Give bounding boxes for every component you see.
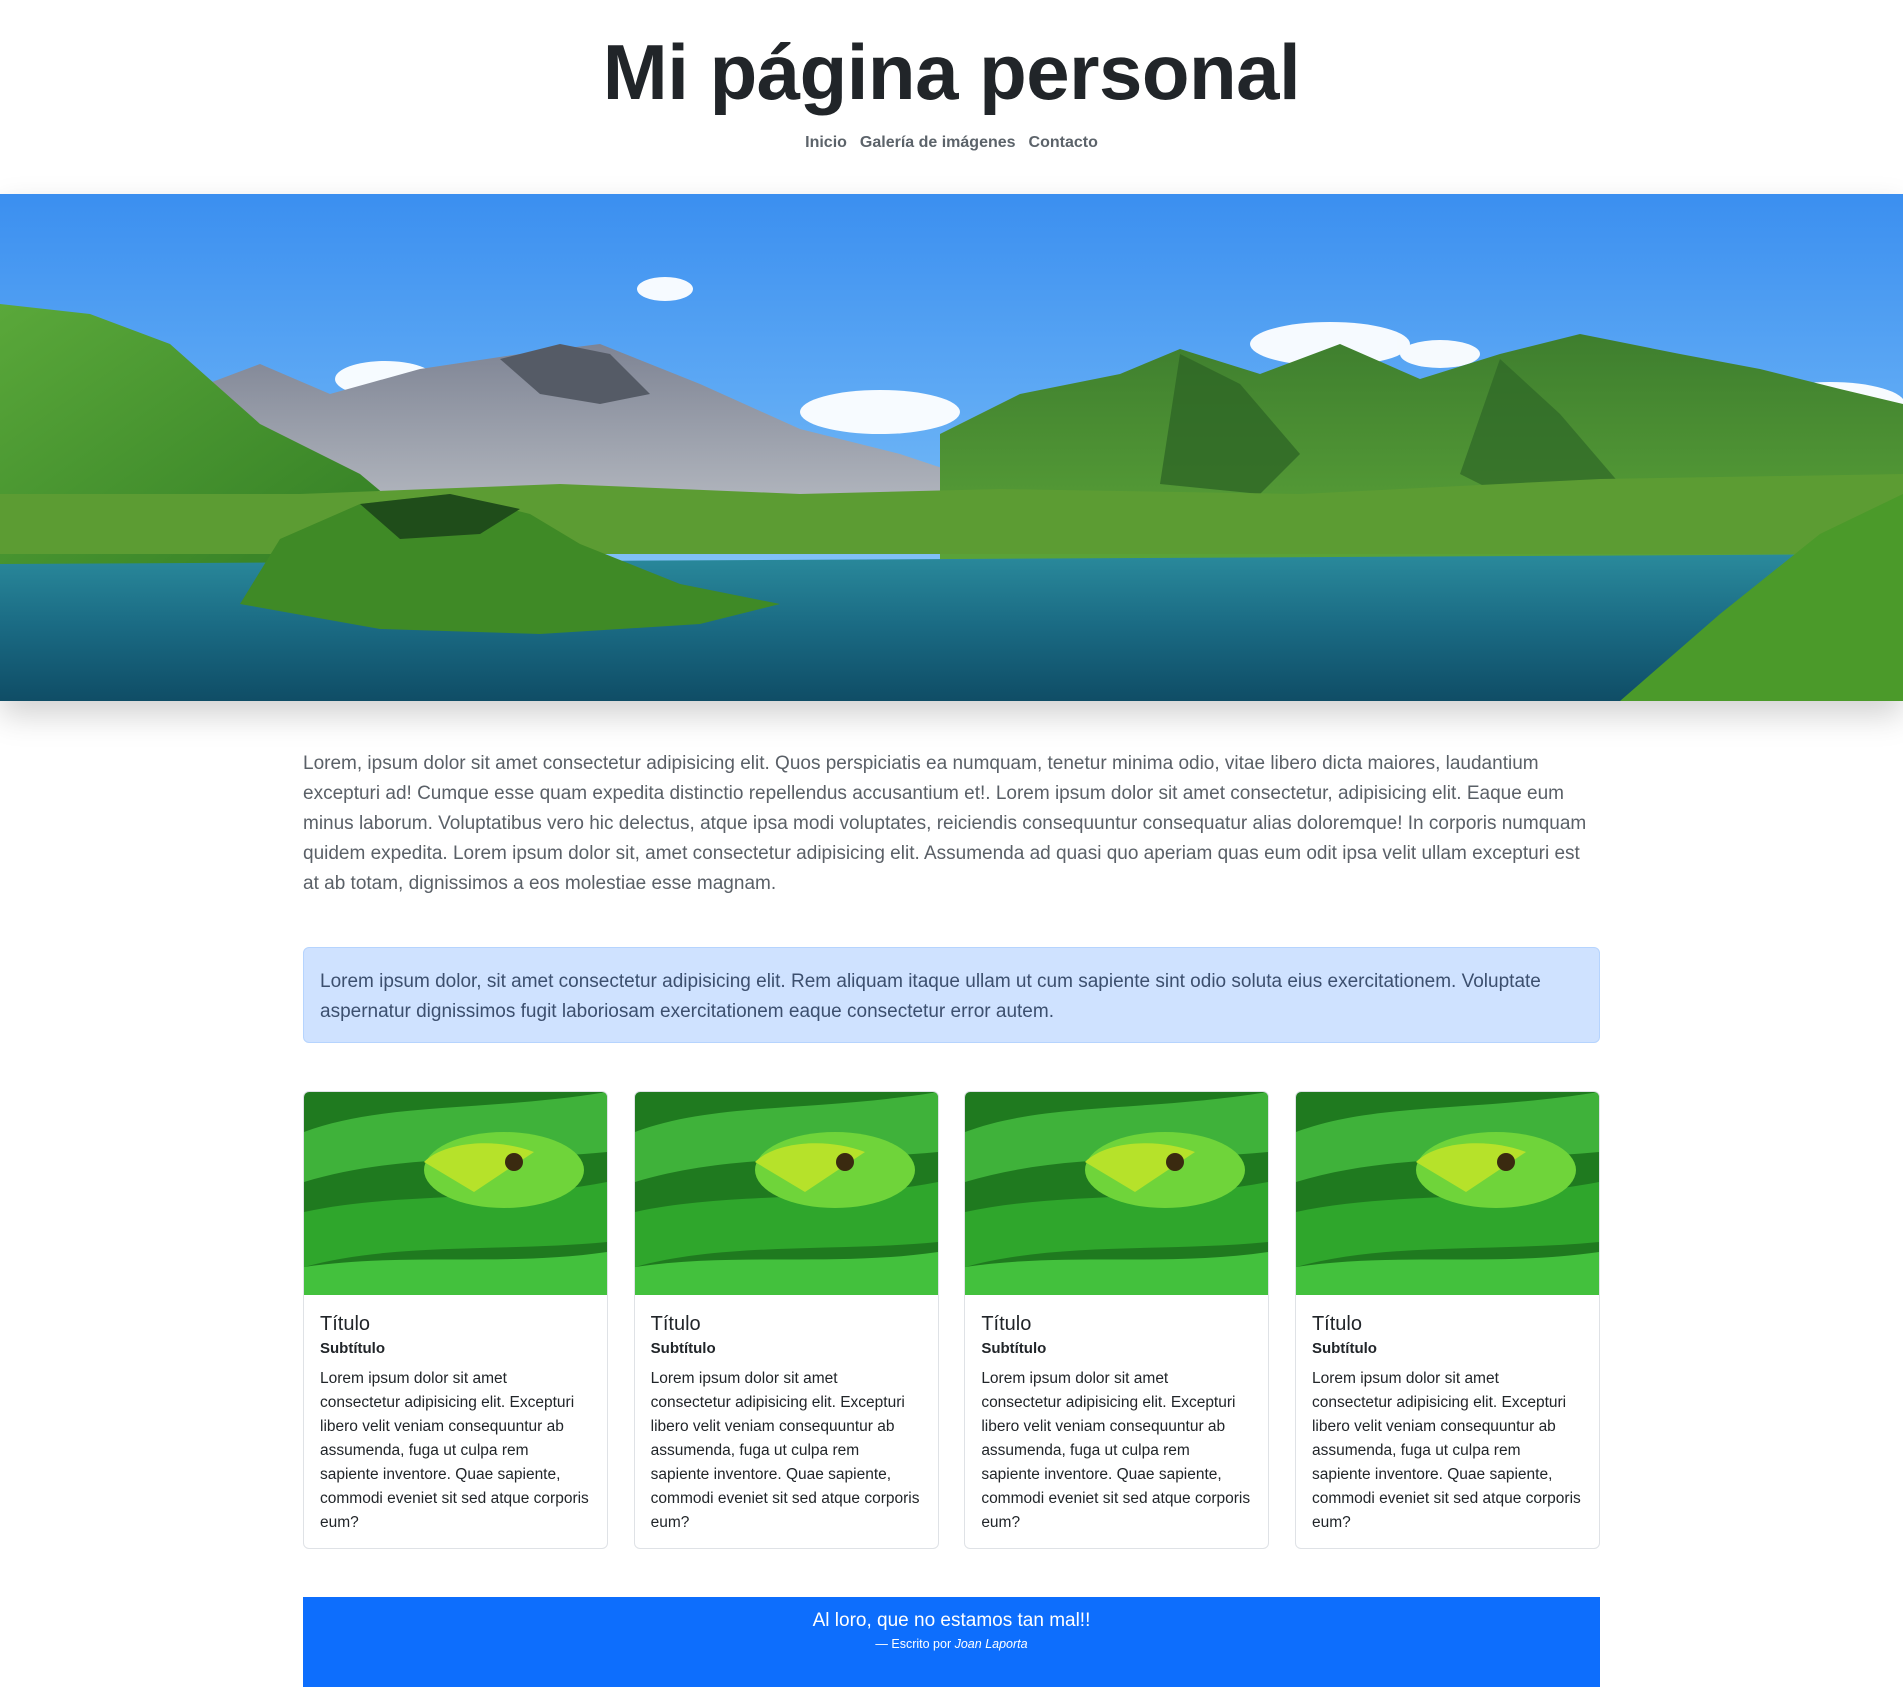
site-header: Mi página personal Inicio Galería de imá…	[0, 0, 1903, 194]
card: Título Subtítulo Lorem ipsum dolor sit a…	[633, 1091, 939, 1549]
card-title: Título	[650, 1313, 701, 1335]
intro-paragraph: Lorem, ipsum dolor sit amet consectetur …	[303, 753, 1587, 894]
green-snake-image	[1295, 1092, 1599, 1295]
card-text: Lorem ipsum dolor sit amet consectetur a…	[320, 1370, 589, 1531]
card-subtitle: Subtítulo	[650, 1340, 716, 1357]
quote-footer: — Escrito por Joan Laporta	[303, 1636, 1600, 1652]
card-body: Título Subtítulo Lorem ipsum dolor sit a…	[965, 1295, 1268, 1535]
green-snake-image	[965, 1092, 1269, 1295]
main-nav: Inicio Galería de imágenes Contacto	[0, 134, 1903, 152]
card-subtitle: Subtítulo	[1311, 1340, 1377, 1357]
card-body: Título Subtítulo Lorem ipsum dolor sit a…	[635, 1295, 938, 1535]
card-body: Título Subtítulo Lorem ipsum dolor sit a…	[1296, 1295, 1599, 1535]
hero-landscape-graphic	[0, 194, 1903, 701]
card: Título Subtítulo Lorem ipsum dolor sit a…	[1294, 1091, 1600, 1549]
info-alert: Lorem ipsum dolor, sit amet consectetur …	[303, 947, 1600, 1043]
quote-attribution: — Escrito por	[875, 1637, 952, 1651]
card-grid: Título Subtítulo Lorem ipsum dolor sit a…	[303, 1091, 1600, 1549]
main-content: Lorem, ipsum dolor sit amet consectetur …	[303, 749, 1600, 1687]
card: Título Subtítulo Lorem ipsum dolor sit a…	[964, 1091, 1270, 1549]
nav-link-contacto[interactable]: Contacto	[1029, 134, 1098, 152]
card-title: Título	[1311, 1313, 1362, 1335]
card-subtitle: Subtítulo	[320, 1340, 385, 1357]
card-body: Título Subtítulo Lorem ipsum dolor sit a…	[304, 1295, 607, 1535]
hero-landscape-image	[0, 194, 1903, 701]
nav-link-galeria[interactable]: Galería de imágenes	[860, 134, 1016, 152]
card-text: Lorem ipsum dolor sit amet consectetur a…	[1311, 1370, 1581, 1531]
card-subtitle: Subtítulo	[981, 1340, 1047, 1357]
green-snake-image	[634, 1092, 938, 1295]
quote-banner: Al loro, que no estamos tan mal!! — Escr…	[303, 1597, 1600, 1687]
quote-text: Al loro, que no estamos tan mal!!	[812, 1610, 1091, 1631]
nav-link-inicio[interactable]: Inicio	[805, 134, 847, 152]
card: Título Subtítulo Lorem ipsum dolor sit a…	[303, 1091, 608, 1549]
quote-author: Joan Laporta	[954, 1637, 1028, 1651]
card-text: Lorem ipsum dolor sit amet consectetur a…	[650, 1370, 920, 1531]
card-title: Título	[320, 1313, 371, 1335]
card-title: Título	[981, 1313, 1032, 1335]
card-text: Lorem ipsum dolor sit amet consectetur a…	[981, 1370, 1251, 1531]
page-title: Mi página personal	[602, 28, 1301, 116]
green-snake-image	[304, 1092, 607, 1295]
